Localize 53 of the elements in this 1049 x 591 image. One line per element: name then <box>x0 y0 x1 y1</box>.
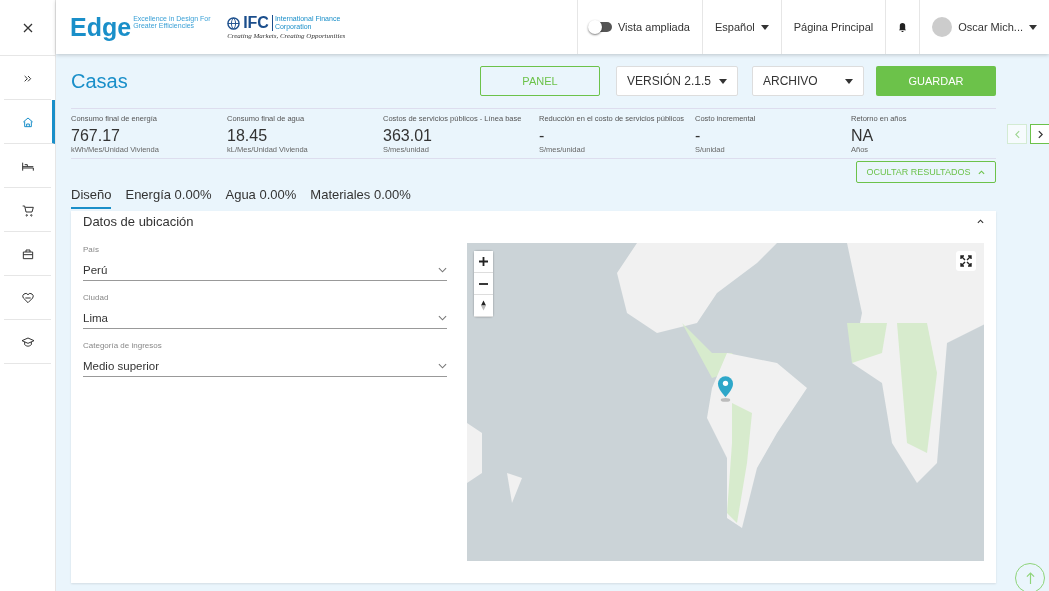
chevron-down-icon <box>438 315 447 321</box>
minus-icon <box>479 282 488 285</box>
metric-value: NA <box>851 127 875 145</box>
arrow-up-icon <box>1025 571 1035 585</box>
metric-value: - <box>695 127 702 145</box>
metric-value: 363.01 <box>383 127 433 145</box>
select-field[interactable]: Medio superior <box>83 354 447 377</box>
chevron-left-icon <box>1014 129 1020 139</box>
tab[interactable]: Diseño <box>71 183 112 209</box>
tab[interactable]: Materiales 0.00% <box>310 183 411 209</box>
map-pin-icon[interactable] <box>717 376 734 403</box>
zoom-out-button[interactable] <box>474 273 493 295</box>
next-button[interactable] <box>1030 124 1049 144</box>
caret-icon <box>719 78 727 84</box>
zoom-in-button[interactable] <box>474 251 493 273</box>
metric-value: 767.17 <box>71 127 121 145</box>
plus-icon <box>479 257 488 266</box>
chevron-right-icon <box>1037 129 1043 139</box>
avatar[interactable] <box>932 17 953 37</box>
caret-icon <box>845 78 853 84</box>
metric-value: 18.45 <box>227 127 269 145</box>
logo-wordmark: IFC <box>243 14 269 32</box>
tab[interactable]: Energía 0.00% <box>125 183 212 209</box>
user-name[interactable]: Oscar Mich... <box>958 21 1023 33</box>
sidebar-item[interactable] <box>4 100 55 144</box>
metric-value: - <box>539 127 546 145</box>
card-title: Datos de ubicación <box>83 213 194 229</box>
globe-icon <box>227 16 241 30</box>
field-label: País <box>83 245 100 254</box>
collapse-icon[interactable] <box>977 218 984 224</box>
toggle-switch[interactable] <box>590 22 612 32</box>
caret-icon <box>760 24 769 30</box>
bell-icon[interactable] <box>898 21 908 33</box>
field-label: Ciudad <box>83 293 110 302</box>
field-label: Categoría de ingresos <box>83 341 163 350</box>
chevron-up-icon <box>978 169 986 175</box>
caret-icon <box>1029 24 1037 30</box>
page-title: Casas <box>71 69 129 93</box>
logo-wordmark: Edge <box>70 14 132 40</box>
chevron-down-icon <box>438 267 447 273</box>
select-field[interactable]: Perú <box>83 258 447 281</box>
fullscreen-button[interactable] <box>956 251 976 271</box>
compass-icon <box>481 300 486 311</box>
version-dropdown[interactable]: VERSIÓN 2.1.5 <box>616 66 738 96</box>
tab[interactable]: Agua 0.00% <box>225 183 297 209</box>
language-menu[interactable]: Español <box>701 0 781 54</box>
file-dropdown[interactable]: ARCHIVO <box>752 66 864 96</box>
home-link[interactable]: Página Principal <box>780 0 886 54</box>
chevron-down-icon <box>438 363 447 369</box>
toggle-label: Vista ampliada <box>618 21 690 33</box>
close-icon[interactable] <box>22 22 33 33</box>
select-field[interactable]: Lima <box>83 306 447 329</box>
fullscreen-icon <box>960 255 972 267</box>
